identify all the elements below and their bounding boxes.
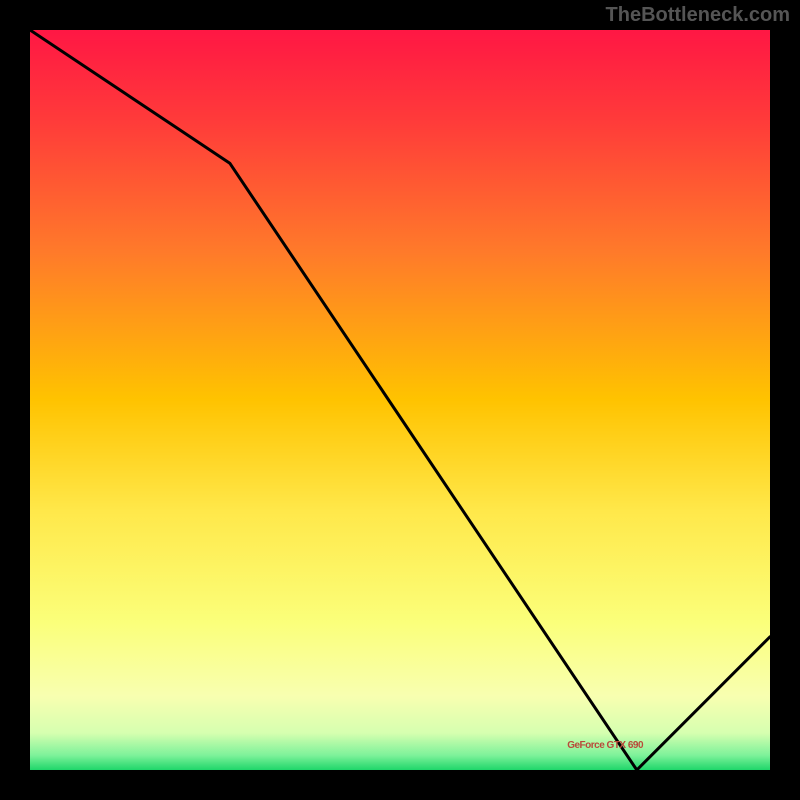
attribution-text: TheBottleneck.com: [606, 4, 790, 27]
series-annotation: GeForce GTX 690: [567, 740, 643, 751]
plot-area: GeForce GTX 690: [30, 30, 770, 770]
chart-line: [30, 30, 770, 770]
chart-frame: TheBottleneck.com GeForce GTX 690: [0, 0, 800, 800]
